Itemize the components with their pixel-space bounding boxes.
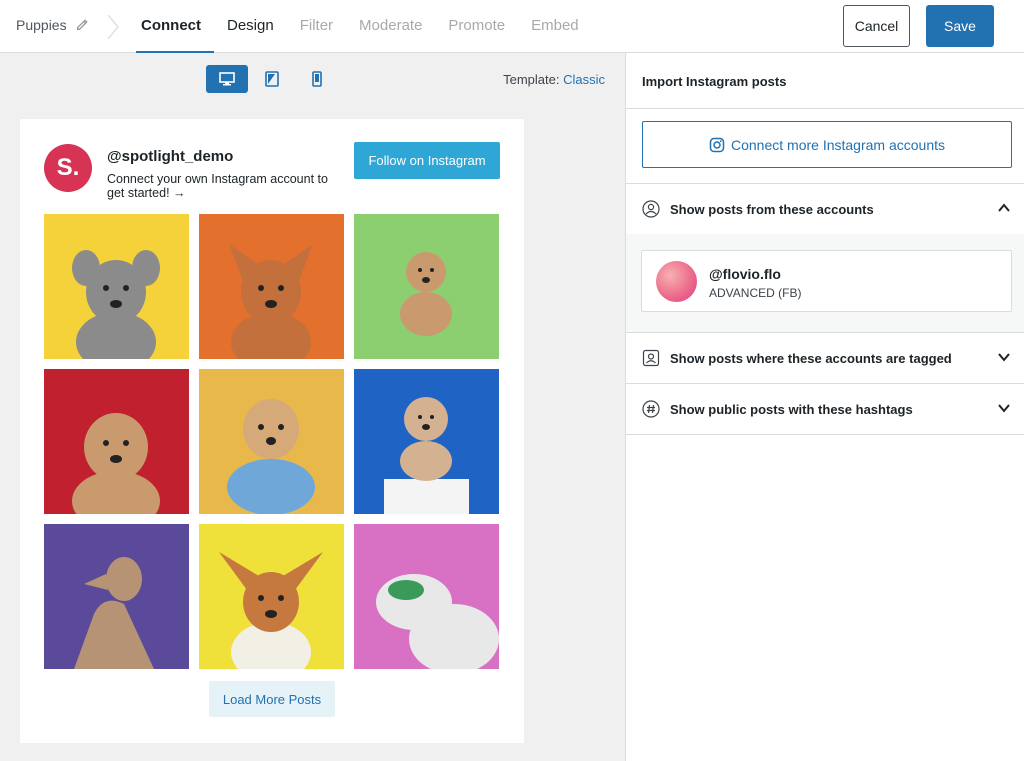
puppy-photo-icon <box>199 524 344 669</box>
accounts-list: @flovio.flo ADVANCED (FB) <box>626 234 1024 332</box>
section-accounts-header[interactable]: Show posts from these accounts <box>626 184 1024 234</box>
load-more-posts-button[interactable]: Load More Posts <box>209 681 335 717</box>
sidebar-title: Import Instagram posts <box>642 74 787 89</box>
puppy-photo-icon <box>44 214 189 359</box>
account-card[interactable]: @flovio.flo ADVANCED (FB) <box>641 250 1012 312</box>
post-tile[interactable] <box>199 524 344 669</box>
profile-username: @spotlight_demo <box>107 148 234 165</box>
profile-bio: Connect your own Instagram account to ge… <box>107 172 328 200</box>
post-tile[interactable] <box>44 369 189 514</box>
desktop-icon <box>219 72 235 86</box>
post-tile[interactable] <box>199 369 344 514</box>
post-tile[interactable] <box>354 369 499 514</box>
puppy-photo-icon <box>44 369 189 514</box>
puppy-photo-icon <box>199 369 344 514</box>
pencil-icon[interactable] <box>75 18 89 32</box>
account-name: @flovio.flo <box>709 266 781 282</box>
account-type: ADVANCED (FB) <box>709 286 802 300</box>
profile-logo: S. <box>44 144 92 192</box>
tablet-view-button[interactable] <box>251 65 293 93</box>
divider <box>626 108 1024 109</box>
user-icon <box>642 200 660 218</box>
tab-filter[interactable]: Filter <box>287 0 346 53</box>
step-tabs: Connect Design Filter Moderate Promote E… <box>136 0 592 53</box>
chevron-up-icon[interactable] <box>997 201 1011 215</box>
template-value-link[interactable]: Classic <box>563 72 605 87</box>
top-bar: Puppies Connect Design Filter Moderate P… <box>0 0 1024 53</box>
section-hashtags-label: Show public posts with these hashtags <box>670 401 913 417</box>
connect-more-accounts-label: Connect more Instagram accounts <box>731 136 945 153</box>
avatar <box>656 261 697 302</box>
feed-name-label: Puppies <box>16 17 67 33</box>
feed-name[interactable]: Puppies <box>16 17 89 33</box>
desktop-view-button[interactable] <box>206 65 248 93</box>
instagram-feed: S. @spotlight_demo Connect your own Inst… <box>20 119 524 743</box>
puppy-photo-icon <box>354 214 499 359</box>
post-tile[interactable] <box>354 214 499 359</box>
chevron-down-icon[interactable] <box>997 401 1011 415</box>
section-hashtags-header[interactable]: Show public posts with these hashtags <box>626 384 1024 434</box>
device-switcher <box>206 65 341 93</box>
tablet-icon <box>265 71 279 87</box>
tagged-user-icon <box>642 349 660 367</box>
tab-promote[interactable]: Promote <box>435 0 518 53</box>
divider <box>626 434 1024 435</box>
section-tagged-header[interactable]: Show posts where these accounts are tagg… <box>626 333 1024 383</box>
post-tile[interactable] <box>44 214 189 359</box>
hashtag-icon <box>642 400 660 418</box>
tab-design[interactable]: Design <box>214 0 287 53</box>
phone-view-button[interactable] <box>296 65 338 93</box>
template-label: Template: <box>503 72 560 87</box>
cancel-button[interactable]: Cancel <box>843 5 910 47</box>
feed-preview-area: Template: Classic S. @spotlight_demo Con… <box>0 53 625 761</box>
tab-connect[interactable]: Connect <box>136 0 214 53</box>
post-grid <box>44 214 500 669</box>
section-tagged-label: Show posts where these accounts are tagg… <box>670 350 952 366</box>
tab-moderate[interactable]: Moderate <box>346 0 435 53</box>
breadcrumb-chevron-icon <box>107 14 119 40</box>
section-accounts-label: Show posts from these accounts <box>670 201 874 217</box>
puppy-photo-icon <box>44 524 189 669</box>
tab-embed[interactable]: Embed <box>518 0 592 53</box>
post-tile[interactable] <box>354 524 499 669</box>
post-tile[interactable] <box>44 524 189 669</box>
puppy-photo-icon <box>354 369 499 514</box>
connect-more-accounts-button[interactable]: Connect more Instagram accounts <box>642 121 1012 168</box>
save-button[interactable]: Save <box>926 5 994 47</box>
puppy-photo-icon <box>354 524 499 669</box>
template-selector[interactable]: Template: Classic <box>503 72 605 87</box>
instagram-icon <box>709 137 725 152</box>
follow-on-instagram-button[interactable]: Follow on Instagram <box>354 142 500 179</box>
puppy-photo-icon <box>199 214 344 359</box>
phone-icon <box>312 71 322 87</box>
post-tile[interactable] <box>199 214 344 359</box>
connect-sidebar: Import Instagram posts Connect more Inst… <box>625 53 1024 761</box>
chevron-down-icon[interactable] <box>997 350 1011 364</box>
